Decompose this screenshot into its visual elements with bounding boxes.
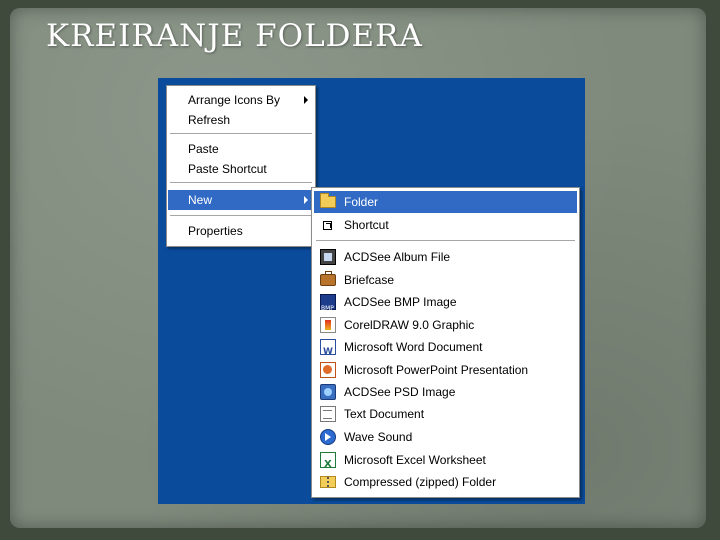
menu-item-paste[interactable]: Paste [168, 139, 314, 159]
word-document-icon [320, 339, 336, 363]
menu-item-label: New [188, 193, 213, 207]
text-document-icon [320, 406, 336, 422]
menu-item-refresh[interactable]: Refresh [168, 110, 314, 130]
menu-item-label: Paste [188, 142, 219, 156]
submenu-item-label: Microsoft PowerPoint Presentation [344, 363, 529, 377]
menu-separator [170, 133, 312, 134]
submenu-item-label: ACDSee BMP Image [344, 295, 457, 309]
submenu-item-briefcase[interactable]: Briefcase [314, 269, 577, 291]
psd-image-icon [320, 384, 336, 400]
submenu-item-wave-sound[interactable]: Wave Sound [314, 426, 577, 448]
menu-separator [170, 215, 312, 216]
menu-item-label: Properties [188, 224, 243, 238]
submenu-item-label: Briefcase [344, 273, 395, 287]
wave-sound-icon [320, 429, 336, 445]
submenu-item-acdsee-psd-image[interactable]: ACDSee PSD Image [314, 381, 577, 403]
submenu-item-label: Shortcut [344, 218, 389, 232]
menu-item-new[interactable]: New [168, 190, 314, 210]
menu-separator [170, 182, 312, 183]
submenu-item-label: Folder [344, 195, 379, 209]
submenu-item-text-document[interactable]: Text Document [314, 403, 577, 425]
briefcase-icon [320, 271, 336, 286]
submenu-item-coreldraw-graphic[interactable]: CorelDRAW 9.0 Graphic [314, 314, 577, 336]
menu-item-properties[interactable]: Properties [168, 221, 314, 241]
menu-item-paste-shortcut[interactable]: Paste Shortcut [168, 159, 314, 179]
submenu-item-label: Microsoft Excel Worksheet [344, 453, 486, 467]
submenu-item-label: Wave Sound [344, 430, 413, 444]
coreldraw-icon [320, 317, 336, 333]
bmp-image-icon [320, 294, 336, 320]
submenu-item-label: Compressed (zipped) Folder [344, 475, 497, 489]
submenu-item-powerpoint-presentation[interactable]: Microsoft PowerPoint Presentation [314, 359, 577, 381]
new-submenu: Folder Shortcut ACDSee Album File Briefc… [311, 187, 580, 498]
submenu-arrow-icon [304, 196, 308, 204]
zip-folder-icon [320, 476, 336, 488]
submenu-item-word-document[interactable]: Microsoft Word Document [314, 336, 577, 363]
menu-item-arrange-icons-by[interactable]: Arrange Icons By [168, 90, 314, 110]
submenu-item-excel-worksheet[interactable]: Microsoft Excel Worksheet [314, 449, 577, 476]
folder-icon [320, 193, 336, 208]
submenu-arrow-icon [304, 96, 308, 104]
shortcut-icon [323, 221, 332, 230]
menu-item-label: Arrange Icons By [188, 93, 281, 107]
submenu-item-shortcut[interactable]: Shortcut [314, 214, 577, 236]
menu-separator [316, 240, 575, 241]
excel-worksheet-icon [320, 452, 336, 476]
context-menu: Arrange Icons By Refresh Paste Paste Sho… [166, 85, 316, 247]
submenu-item-label: CorelDRAW 9.0 Graphic [344, 318, 475, 332]
submenu-item-label: Text Document [344, 407, 425, 421]
submenu-item-acdsee-bmp-image[interactable]: ACDSee BMP Image [314, 291, 577, 320]
album-file-icon [320, 249, 336, 265]
menu-item-label: Refresh [188, 113, 231, 127]
submenu-item-label: Microsoft Word Document [344, 340, 483, 354]
submenu-item-label: ACDSee Album File [344, 250, 451, 264]
submenu-item-label: ACDSee PSD Image [344, 385, 456, 399]
menu-item-label: Paste Shortcut [188, 162, 267, 176]
submenu-item-acdsee-album-file[interactable]: ACDSee Album File [314, 246, 577, 268]
submenu-item-compressed-folder[interactable]: Compressed (zipped) Folder [314, 471, 577, 493]
slide-title: KREIRANJE FOLDERA [46, 18, 423, 54]
submenu-item-folder[interactable]: Folder [314, 191, 577, 213]
powerpoint-icon [320, 362, 336, 378]
